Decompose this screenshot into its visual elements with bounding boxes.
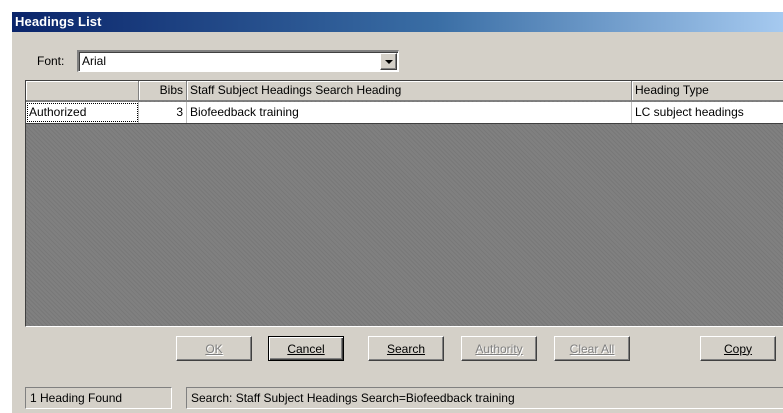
- font-row: Font: Arial: [12, 50, 412, 74]
- font-select-value: Arial: [82, 54, 107, 68]
- copy-button[interactable]: Copy: [700, 336, 776, 361]
- row-bibs-cell[interactable]: 3: [139, 102, 187, 123]
- table-row[interactable]: Authorized 3 Biofeedback training LC sub…: [26, 102, 783, 124]
- row-heading-cell[interactable]: Biofeedback training: [187, 102, 632, 123]
- row-status-cell[interactable]: Authorized: [26, 102, 139, 123]
- authority-button[interactable]: Authority: [461, 336, 537, 361]
- column-header-bibs[interactable]: Bibs: [139, 81, 187, 101]
- status-search: Search: Staff Subject Headings Search=Bi…: [186, 387, 783, 409]
- row-heading-type-cell[interactable]: LC subject headings: [632, 102, 783, 123]
- headings-list-dialog: Headings List Font: Arial Bibs Staff Sub…: [11, 11, 783, 413]
- status-bar: 1 Heading Found Search: Staff Subject He…: [25, 387, 783, 409]
- font-select[interactable]: Arial: [77, 50, 399, 72]
- status-count: 1 Heading Found: [25, 387, 172, 409]
- chevron-down-icon: [385, 60, 393, 64]
- window-title: Headings List: [12, 12, 783, 32]
- headings-grid: Bibs Staff Subject Headings Search Headi…: [25, 80, 783, 327]
- clear-all-button[interactable]: Clear All: [554, 336, 630, 361]
- column-header-heading-type[interactable]: Heading Type: [632, 81, 783, 101]
- font-label: Font:: [37, 54, 65, 68]
- grid-header: Bibs Staff Subject Headings Search Headi…: [26, 81, 783, 101]
- cancel-button[interactable]: Cancel: [268, 336, 344, 361]
- ok-button[interactable]: OK: [176, 336, 252, 361]
- column-header-heading[interactable]: Staff Subject Headings Search Heading: [187, 81, 632, 101]
- search-button[interactable]: Search: [368, 336, 444, 361]
- column-header-status[interactable]: [26, 81, 139, 101]
- font-dropdown-button[interactable]: [380, 53, 397, 70]
